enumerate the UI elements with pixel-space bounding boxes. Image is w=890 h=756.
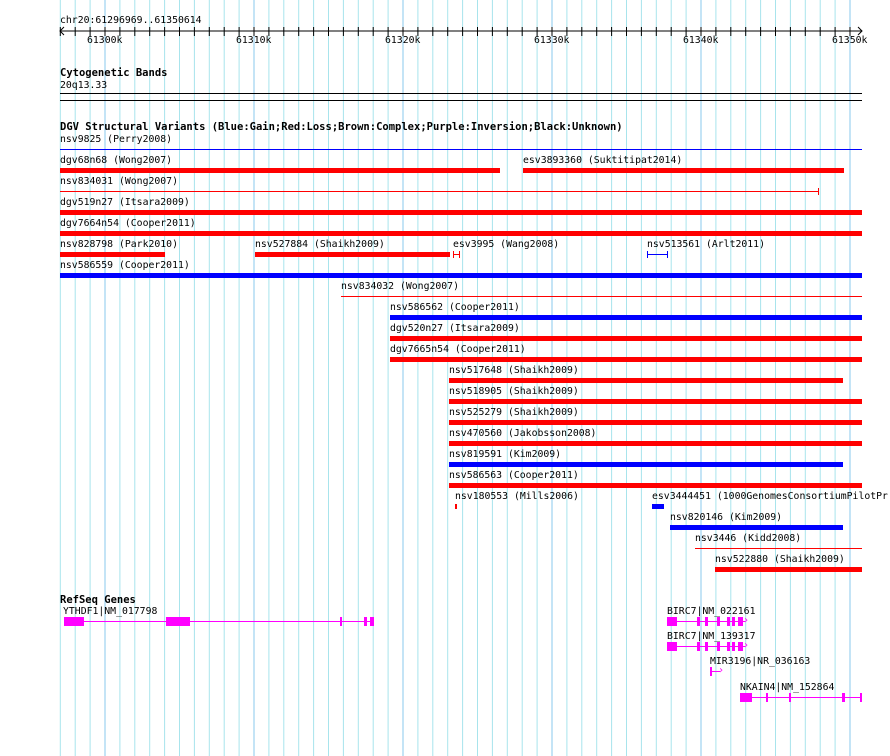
strand-arrow-icon: › (718, 665, 725, 676)
variant-feature[interactable] (60, 149, 862, 150)
genes-track-title: RefSeq Genes (60, 594, 136, 606)
gene-exon[interactable] (667, 617, 677, 626)
variant-label: nsv586559 (Cooper2011) (60, 260, 190, 271)
variant-label: nsv517648 (Shaikh2009) (449, 365, 579, 376)
variant-feature[interactable] (449, 483, 862, 488)
gene-exon[interactable] (364, 617, 367, 626)
gene-exon[interactable] (697, 617, 700, 626)
variant-feature[interactable] (449, 420, 862, 425)
variant-label: nsv834031 (Wong2007) (60, 176, 178, 187)
gene-exon[interactable] (727, 642, 730, 651)
variant-label: nsv9825 (Perry2008) (60, 134, 173, 145)
variant-label: nsv522880 (Shaikh2009) (715, 554, 845, 565)
variant-feature[interactable] (715, 567, 862, 572)
variant-feature[interactable] (60, 273, 862, 278)
variant-feature[interactable] (449, 441, 862, 446)
variant-label: esv3893360 (Suktitipat2014) (523, 155, 683, 166)
variant-label: nsv3446 (Kidd2008) (695, 533, 802, 544)
variant-end-tick (818, 188, 819, 195)
variant-label: nsv470560 (Jakobsson2008) (449, 428, 597, 439)
ruler-tick-label: 61300k (87, 35, 123, 46)
gene-exon[interactable] (697, 642, 700, 651)
gene-exon[interactable] (370, 617, 374, 626)
variant-feature[interactable] (60, 210, 862, 215)
ruler-tick-label: 61310k (236, 35, 272, 46)
variant-label: nsv834032 (Wong2007) (341, 281, 459, 292)
ruler-tick-label: 61330k (534, 35, 570, 46)
gene-label: MIR3196|NR_036163 (710, 656, 811, 667)
variant-feature[interactable] (449, 378, 843, 383)
variant-end-tick (459, 251, 460, 258)
variant-feature[interactable] (695, 548, 862, 549)
variant-label: nsv525279 (Shaikh2009) (449, 407, 579, 418)
variant-feature[interactable] (670, 525, 843, 530)
variant-label: dgv68n68 (Wong2007) (60, 155, 173, 166)
gene-exon[interactable] (766, 693, 768, 702)
gene-label: NKAIN4|NM_152864 (740, 682, 835, 693)
variant-feature[interactable] (455, 504, 457, 509)
strand-arrow-icon: › (743, 640, 750, 651)
gene-intron-line[interactable] (64, 621, 374, 622)
cyto-band[interactable] (60, 93, 862, 94)
variant-label: dgv520n27 (Itsara2009) (390, 323, 520, 334)
gene-exon[interactable] (340, 617, 342, 626)
variant-label: nsv586562 (Cooper2011) (390, 302, 520, 313)
variant-start-tick (453, 251, 454, 258)
gene-exon[interactable] (710, 667, 712, 676)
variant-label: nsv820146 (Kim2009) (670, 512, 783, 523)
variant-feature[interactable] (390, 357, 862, 362)
ruler-tick-label: 61350k (832, 35, 868, 46)
variant-label: nsv828798 (Park2010) (60, 239, 178, 250)
gene-exon[interactable] (717, 617, 720, 626)
gene-exon[interactable] (789, 693, 791, 702)
variant-feature[interactable] (60, 168, 500, 173)
location-label: chr20:61296969..61350614 (60, 15, 202, 26)
variant-feature[interactable] (60, 191, 818, 192)
variant-label: nsv518905 (Shaikh2009) (449, 386, 579, 397)
variant-label: esv3444451 (1000GenomesConsortiumPilotPr (652, 491, 888, 502)
gene-exon[interactable] (842, 693, 845, 702)
variant-feature[interactable] (449, 462, 843, 467)
gene-exon[interactable] (166, 617, 190, 626)
variant-feature[interactable] (523, 168, 844, 173)
gene-exon[interactable] (667, 642, 677, 651)
gene-exon[interactable] (740, 693, 752, 702)
variant-feature[interactable] (390, 336, 862, 341)
variant-feature[interactable] (647, 254, 667, 255)
gene-exon[interactable] (732, 642, 735, 651)
variant-label: esv3995 (Wang2008) (453, 239, 560, 250)
variant-feature[interactable] (449, 399, 862, 404)
variant-label: nsv513561 (Arlt2011) (647, 239, 765, 250)
gene-exon[interactable] (705, 642, 708, 651)
variant-end-tick (667, 251, 668, 258)
variant-feature[interactable] (255, 252, 450, 257)
gene-exon[interactable] (732, 617, 735, 626)
variant-label: nsv819591 (Kim2009) (449, 449, 562, 460)
ruler-tick-label: 61340k (683, 35, 719, 46)
cyto-track-title: Cytogenetic Bands (60, 67, 168, 79)
variant-label: dgv7664n54 (Cooper2011) (60, 218, 196, 229)
variant-label: nsv586563 (Cooper2011) (449, 470, 579, 481)
variant-label: dgv519n27 (Itsara2009) (60, 197, 190, 208)
gene-exon[interactable] (705, 617, 708, 626)
variant-feature[interactable] (652, 504, 664, 509)
gene-exon[interactable] (717, 642, 720, 651)
cyto-band-label: 20q13.33 (60, 80, 108, 91)
gene-label: YTHDF1|NM_017798 (63, 606, 158, 617)
divider (60, 100, 862, 101)
strand-arrow-icon: › (743, 615, 750, 626)
gene-exon[interactable] (64, 617, 84, 626)
gene-exon[interactable] (860, 693, 862, 702)
variant-feature[interactable] (60, 231, 862, 236)
variant-label: nsv180553 (Mills2006) (455, 491, 579, 502)
variant-feature[interactable] (341, 296, 862, 297)
variant-start-tick (647, 251, 648, 258)
variant-feature[interactable] (390, 315, 862, 320)
dgv-track-title: DGV Structural Variants (Blue:Gain;Red:L… (60, 121, 623, 133)
variant-label: dgv7665n54 (Cooper2011) (390, 344, 526, 355)
ruler-tick-label: 61320k (385, 35, 421, 46)
gene-exon[interactable] (727, 617, 730, 626)
variant-label: nsv527884 (Shaikh2009) (255, 239, 385, 250)
variant-feature[interactable] (60, 252, 165, 257)
